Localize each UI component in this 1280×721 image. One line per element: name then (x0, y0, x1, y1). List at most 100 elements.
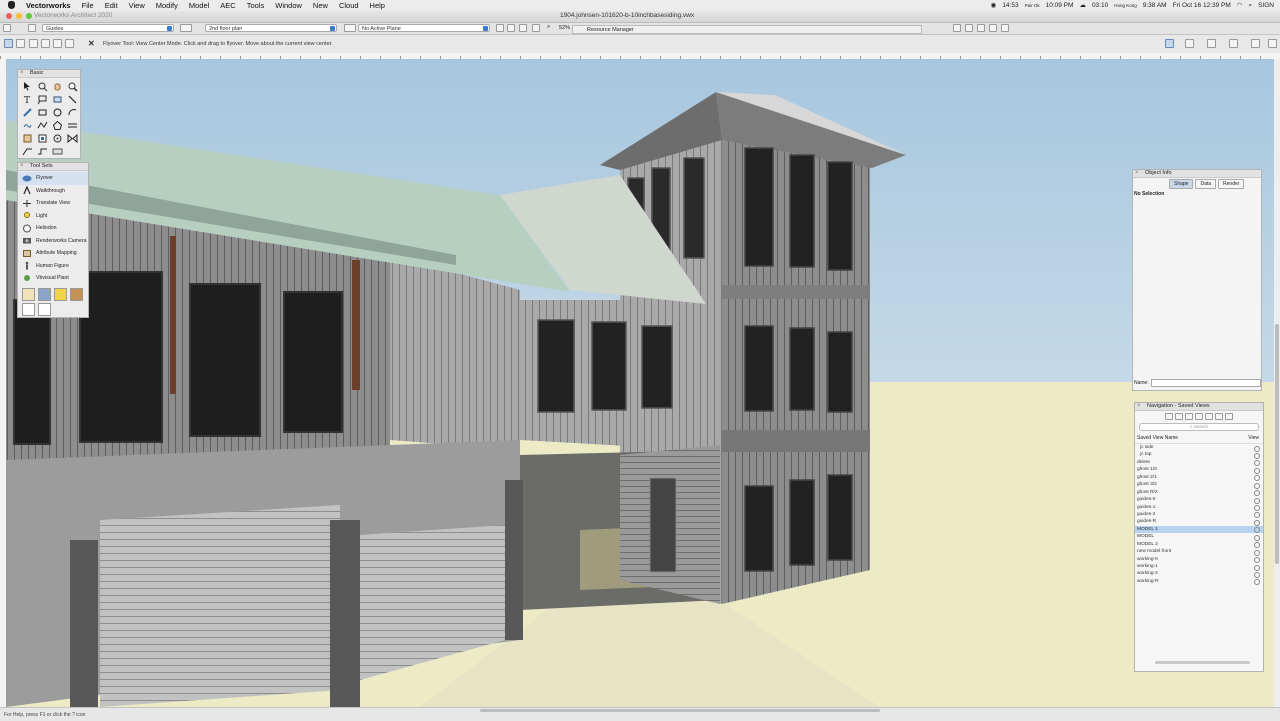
render-mode-icon[interactable] (507, 24, 515, 32)
edit-tool-icon[interactable] (22, 302, 35, 316)
vertical-scroll-thumb[interactable] (1275, 324, 1279, 564)
close-palette-icon[interactable]: × (20, 70, 24, 77)
line-tool-icon[interactable] (67, 94, 78, 105)
arc-tool-icon[interactable] (67, 107, 78, 118)
eye-mode-icon[interactable] (53, 39, 62, 48)
grid-snap-icon[interactable] (977, 24, 985, 32)
eyedropper-tool-icon[interactable] (22, 133, 33, 144)
menu-cloud[interactable]: Help (370, 0, 385, 11)
apple-icon[interactable] (8, 1, 15, 9)
new-view-icon[interactable] (1175, 413, 1183, 420)
text-tool-icon[interactable]: T (22, 94, 33, 105)
close-window-icon[interactable] (6, 13, 12, 19)
view-center-mode-icon[interactable] (16, 39, 25, 48)
tool-translate-view[interactable]: Translate View (18, 197, 88, 210)
menu-modify[interactable]: Modify (156, 0, 178, 11)
plane-dropdown[interactable]: No Active Plane (358, 24, 490, 32)
minimize-window-icon[interactable] (16, 13, 22, 19)
settings-icon[interactable] (1268, 39, 1277, 48)
target-mode-icon[interactable] (65, 39, 74, 48)
polyline-tool-icon[interactable] (37, 120, 48, 131)
menu-model[interactable]: Model (189, 0, 209, 11)
menu-view[interactable]: View (129, 0, 145, 11)
tab-shape[interactable]: Shape (1169, 179, 1194, 189)
menu-text[interactable]: Window (275, 0, 302, 11)
navigation-scrollbar[interactable] (1155, 661, 1250, 664)
drawing-viewport[interactable] (6, 59, 1274, 707)
render-icon[interactable] (1207, 39, 1216, 48)
sun-icon[interactable] (1251, 39, 1260, 48)
tool-renderworks-camera[interactable]: Renderworks Camera (18, 235, 88, 248)
saved-view-row[interactable]: MODEL 2 (1135, 541, 1263, 549)
menu-file[interactable]: File (82, 0, 94, 11)
saved-view-row[interactable]: jc side (1135, 444, 1263, 452)
saved-view-row[interactable]: working-1 (1135, 563, 1263, 571)
menu-window[interactable]: New (313, 0, 328, 11)
zoom-window-icon[interactable] (26, 13, 32, 19)
zoom-icon[interactable]: ⌕ (547, 24, 550, 31)
saved-view-row[interactable]: new model front (1135, 548, 1263, 556)
saved-view-row[interactable]: working-R (1135, 578, 1263, 586)
search-input[interactable]: ⌕ Search (1139, 423, 1259, 431)
angle-snap-icon[interactable] (989, 24, 997, 32)
camera-mode-icon[interactable] (41, 39, 50, 48)
cloud-icon[interactable]: ☁ (1079, 0, 1086, 11)
render-settings-icon[interactable] (22, 287, 35, 301)
view-icon[interactable] (496, 24, 504, 32)
view-toggle-icon[interactable] (28, 24, 36, 32)
house-model-render[interactable] (6, 59, 1274, 707)
layer-options-icon[interactable] (344, 24, 356, 32)
tool-light[interactable]: Light (18, 210, 88, 223)
saved-view-row[interactable]: guides-2 (1135, 511, 1263, 519)
menu-app[interactable]: Vectorworks (26, 0, 71, 11)
callout-tool-icon[interactable] (37, 94, 48, 105)
zoom-level[interactable]: 52% (559, 25, 570, 31)
saved-view-row[interactable]: guides-0 (1135, 496, 1263, 504)
circle-tool-icon[interactable] (52, 107, 63, 118)
close-palette-icon[interactable]: × (1135, 170, 1139, 177)
clip-tool-icon[interactable] (52, 146, 63, 157)
class-dropdown[interactable]: Guides (42, 24, 174, 32)
saved-view-row[interactable]: ghost 1/0 (1135, 466, 1263, 474)
menu-aec[interactable]: AEC (220, 0, 235, 11)
chamfer-tool-icon[interactable] (22, 146, 33, 157)
menu-edit[interactable]: Edit (105, 0, 118, 11)
eyedrop-tool-icon[interactable] (38, 302, 51, 316)
saved-view-row[interactable]: working-2 (1135, 570, 1263, 578)
double-line-tool-icon[interactable] (67, 120, 78, 131)
name-field[interactable] (1150, 379, 1261, 387)
selection-tool-icon[interactable] (22, 81, 33, 92)
pencil-tool-icon[interactable] (22, 107, 33, 118)
rectangle-tool-icon[interactable] (37, 107, 48, 118)
mirror-tool-icon[interactable] (67, 133, 78, 144)
col-view[interactable]: View (1248, 435, 1259, 441)
saved-view-row[interactable]: ghost R/2 (1135, 489, 1263, 497)
tool-attribute-mapping[interactable]: Attribute Mapping (18, 247, 88, 260)
record-icon[interactable]: ◉ (991, 0, 997, 11)
smart-point-icon[interactable] (1001, 24, 1009, 32)
tool-flyover[interactable]: Flyover (18, 172, 88, 185)
class-options-icon[interactable] (180, 24, 192, 32)
vertical-scrollbar[interactable] (1274, 59, 1280, 707)
polygon-tool-icon[interactable] (52, 120, 63, 131)
saved-view-row[interactable]: guides-R (1135, 518, 1263, 526)
options-view-icon[interactable] (1215, 413, 1223, 420)
snap-edge-icon[interactable] (1165, 39, 1174, 48)
tool-vbvisual-plant[interactable]: Vbvisual Plant (18, 272, 88, 285)
close-palette-icon[interactable]: × (20, 163, 24, 170)
menu-new[interactable]: Cloud (339, 0, 359, 11)
saved-view-row[interactable]: MODEL (1135, 533, 1263, 541)
reshape-tool-icon[interactable] (52, 133, 63, 144)
projection-icon[interactable] (519, 24, 527, 32)
delete-view-icon[interactable] (1195, 413, 1203, 420)
visualization-icon[interactable] (1229, 39, 1238, 48)
refresh-view-icon[interactable] (1225, 413, 1233, 420)
close-palette-icon[interactable]: × (1137, 403, 1141, 410)
user-label[interactable]: SIGN (1258, 0, 1274, 11)
horizontal-scroll-thumb[interactable] (480, 709, 880, 712)
saved-view-row[interactable]: guides-1 (1135, 504, 1263, 511)
flyover-mode-icon[interactable] (4, 39, 13, 48)
col-saved-view-name[interactable]: Saved View Name (1137, 435, 1178, 441)
spotlight-icon[interactable]: ⌕ (1248, 0, 1252, 11)
zoom-fit-icon[interactable] (532, 24, 540, 32)
